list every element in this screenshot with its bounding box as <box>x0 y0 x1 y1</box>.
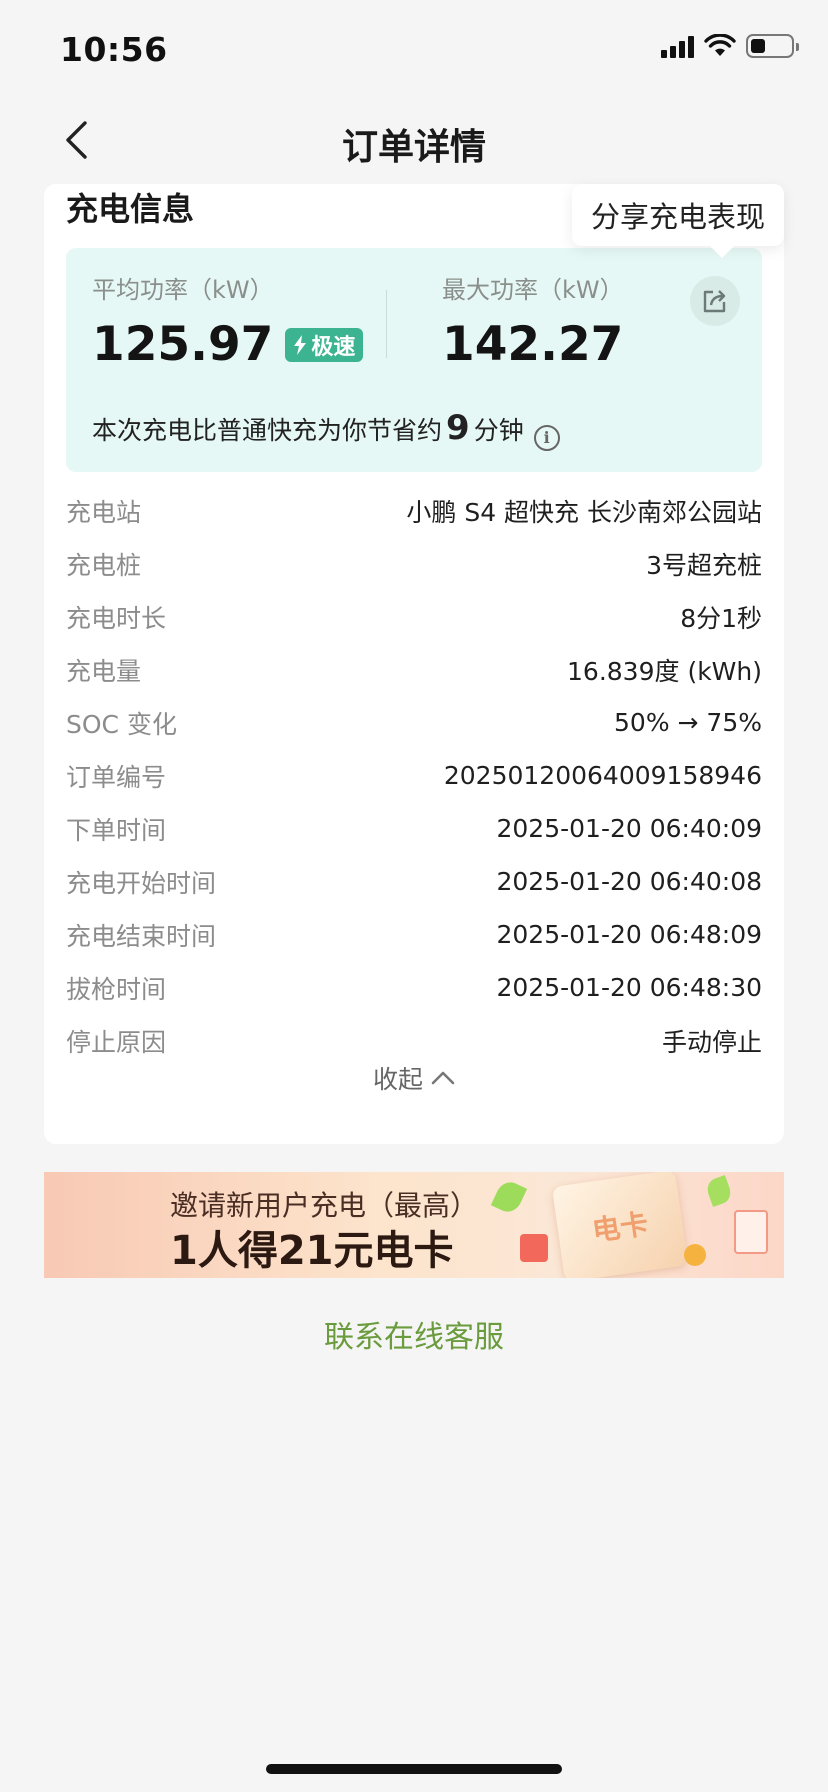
status-time: 10:56 <box>60 30 168 69</box>
avg-power-label: 平均功率（kW） <box>92 276 274 304</box>
detail-key: 充电时长 <box>66 603 167 633</box>
detail-row-energy: 充电量 16.839度 (kWh) <box>66 643 762 696</box>
lightning-icon <box>294 334 307 355</box>
detail-key: 停止原因 <box>66 1027 167 1057</box>
avg-power-value: 125.97 <box>92 317 274 372</box>
detail-key: 充电结束时间 <box>66 921 217 951</box>
max-power-value: 142.27 <box>442 317 624 372</box>
detail-row-order-time: 下单时间 2025-01-20 06:40:09 <box>66 802 762 855</box>
detail-key: 充电量 <box>66 656 142 686</box>
detail-row-end-time: 充电结束时间 2025-01-20 06:48:09 <box>66 908 762 961</box>
detail-row-station: 充电站 小鹏 S4 超快充 长沙南郊公园站 <box>66 484 762 537</box>
detail-value: 2025-01-20 06:48:09 <box>496 920 762 949</box>
coin-icon <box>684 1244 706 1266</box>
saving-minutes: 9 <box>446 408 470 448</box>
detail-key: 订单编号 <box>66 762 167 792</box>
detail-value: 小鹏 S4 超快充 长沙南郊公园站 <box>406 497 762 527</box>
invite-promo-banner[interactable]: 邀请新用户充电（最高） 1人得21元电卡 电卡 <box>44 1172 784 1278</box>
red-envelope-icon <box>734 1210 768 1254</box>
page-title: 订单详情 <box>341 127 486 168</box>
metric-divider <box>386 290 387 358</box>
chevron-up-icon <box>431 1071 455 1085</box>
detail-value: 3号超充桩 <box>646 550 762 580</box>
fast-charge-badge: 极速 <box>285 327 364 362</box>
collapse-button[interactable]: 收起 <box>44 1060 784 1096</box>
detail-value: 手动停止 <box>661 1027 762 1057</box>
detail-key: SOC 变化 <box>66 709 177 739</box>
share-tooltip: 分享充电表现 <box>572 184 784 258</box>
detail-key: 充电开始时间 <box>66 868 217 898</box>
avg-power-value-row: 125.97 极速 <box>92 317 364 372</box>
status-bar: 10:56 <box>0 0 828 100</box>
fast-charge-badge-label: 极速 <box>311 334 356 360</box>
share-button[interactable] <box>690 276 740 326</box>
share-icon <box>703 290 726 313</box>
max-power-label: 最大功率（kW） <box>442 276 624 304</box>
detail-value: 2025-01-20 06:40:09 <box>496 814 762 843</box>
saving-suffix: 分钟 <box>473 416 524 445</box>
detail-key: 拔枪时间 <box>66 974 167 1004</box>
detail-value: 2025-01-20 06:48:30 <box>496 973 762 1002</box>
charging-info-card: 充电信息 平均功率（kW） 125.97 极速 最大功率（kW） 142.27 <box>44 184 784 1144</box>
home-indicator <box>266 1764 562 1774</box>
detail-key: 充电站 <box>66 497 142 527</box>
avg-power-metric: 平均功率（kW） 125.97 极速 <box>92 270 364 372</box>
order-details-list: 充电站 小鹏 S4 超快充 长沙南郊公园站 充电桩 3号超充桩 充电时长 8分1… <box>66 484 762 1067</box>
cellular-signal-icon <box>661 34 694 58</box>
status-icons <box>661 34 799 58</box>
detail-row-unplug-time: 拔枪时间 2025-01-20 06:48:30 <box>66 961 762 1014</box>
detail-row-pile: 充电桩 3号超充桩 <box>66 537 762 590</box>
detail-value: 50% → 75% <box>614 708 762 737</box>
gift-box-icon <box>520 1234 548 1262</box>
time-saving-text: 本次充电比普通快充为你节省约 9 分钟 i <box>92 408 560 451</box>
contact-support-link[interactable]: 联系在线客服 <box>0 1312 828 1356</box>
saving-prefix: 本次充电比普通快充为你节省约 <box>92 416 443 445</box>
nav-bar: 订单详情 <box>0 100 828 180</box>
detail-row-start-time: 充电开始时间 2025-01-20 06:40:08 <box>66 855 762 908</box>
detail-key: 下单时间 <box>66 815 167 845</box>
power-summary-panel: 平均功率（kW） 125.97 极速 最大功率（kW） 142.27 本次充电比… <box>66 248 762 472</box>
leaf-decoration <box>490 1177 528 1217</box>
section-title: 充电信息 <box>66 190 195 228</box>
detail-value: 16.839度 (kWh) <box>567 656 762 686</box>
max-power-metric: 最大功率（kW） 142.27 <box>442 270 624 372</box>
info-icon[interactable]: i <box>533 424 560 451</box>
leaf-decoration <box>704 1175 734 1207</box>
charge-card-illustration: 电卡 <box>551 1172 689 1278</box>
battery-icon <box>746 34 799 58</box>
banner-line2: 1人得21元电卡 <box>170 1228 454 1274</box>
detail-value: 8分1秒 <box>680 603 762 633</box>
detail-row-soc: SOC 变化 50% → 75% <box>66 696 762 749</box>
detail-key: 充电桩 <box>66 550 142 580</box>
wifi-icon <box>704 34 736 56</box>
detail-value: 20250120064009158946 <box>443 761 762 790</box>
detail-row-order-number: 订单编号 20250120064009158946 <box>66 749 762 802</box>
collapse-label: 收起 <box>372 1065 423 1094</box>
detail-row-duration: 充电时长 8分1秒 <box>66 590 762 643</box>
detail-value: 2025-01-20 06:40:08 <box>496 867 762 896</box>
